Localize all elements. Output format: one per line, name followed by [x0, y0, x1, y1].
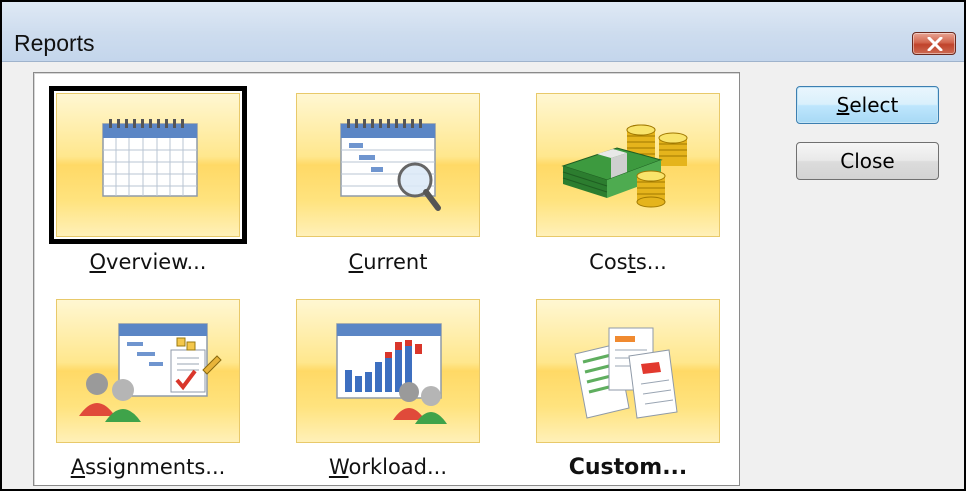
reports-dialog: Reports Overview... Current Costs... Ass…: [0, 0, 966, 491]
report-tile-current[interactable]: [296, 93, 480, 237]
title-bar: Reports: [2, 2, 964, 62]
report-categories-panel: Overview... Current Costs... Assignments…: [33, 72, 740, 486]
report-tile-costs[interactable]: [536, 93, 720, 237]
select-button[interactable]: Select: [796, 86, 939, 124]
close-button[interactable]: Close: [796, 142, 939, 180]
report-label-custom: Custom...: [568, 455, 688, 480]
calendar-icon: [102, 119, 198, 197]
report-label-overview: Overview...: [89, 250, 207, 274]
bar-chart-people-icon: [336, 323, 447, 424]
report-label-current: Current: [348, 250, 428, 274]
report-tile-overview[interactable]: [49, 86, 247, 244]
money-coins-icon: [561, 124, 688, 208]
report-tile-workload[interactable]: [296, 299, 480, 443]
close-icon: [927, 37, 943, 51]
calendar-magnifier-icon: [340, 119, 441, 211]
report-label-workload: Workload...: [328, 455, 448, 479]
report-label-costs: Costs...: [589, 250, 667, 274]
documents-icon: [574, 327, 678, 419]
window-title: Reports: [14, 30, 95, 56]
people-tasks-icon: [79, 323, 222, 422]
report-label-assignments: Assignments...: [70, 455, 226, 479]
report-tile-assignments[interactable]: [56, 299, 240, 443]
report-tile-custom[interactable]: [536, 299, 720, 443]
window-close-button[interactable]: [912, 32, 956, 55]
